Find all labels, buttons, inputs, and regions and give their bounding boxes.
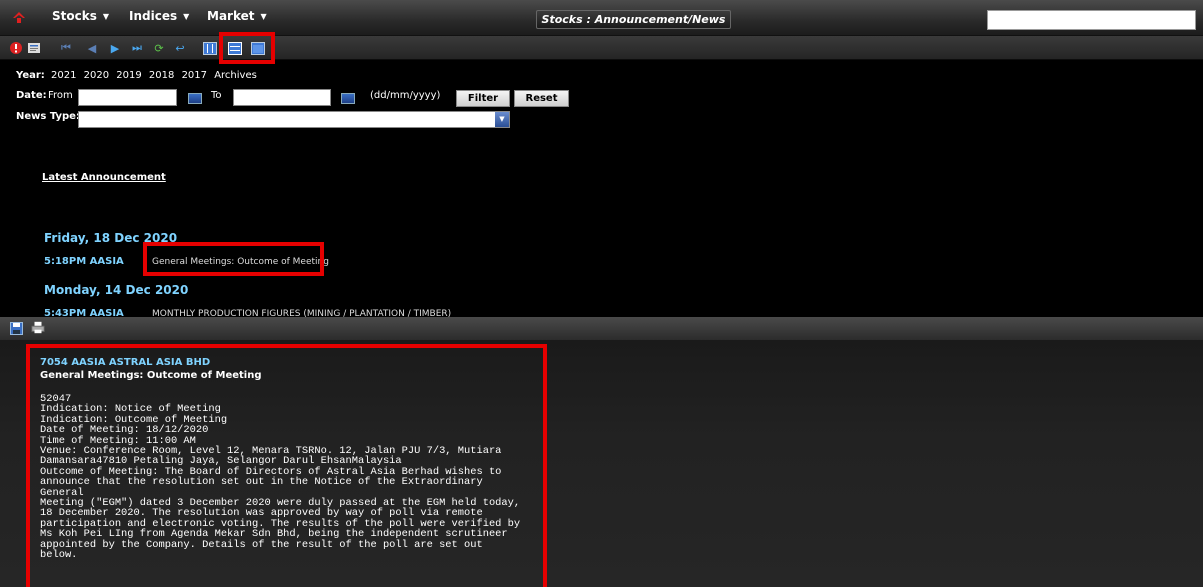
menu-stocks[interactable]: Stocks ▼: [52, 9, 109, 23]
year-link-2020[interactable]: 2020: [84, 70, 109, 81]
save-icon[interactable]: [9, 321, 23, 335]
calendar-icon[interactable]: [341, 93, 355, 104]
year-link-2021[interactable]: 2021: [51, 70, 76, 81]
news-icon[interactable]: [27, 41, 41, 55]
refresh-icon[interactable]: ⟳: [152, 41, 166, 55]
logo-icon: [13, 12, 25, 23]
highlight-selected-announcement: [143, 242, 324, 276]
announcement-link[interactable]: MONTHLY PRODUCTION FIGURES (MINING / PLA…: [152, 309, 451, 317]
date-group-heading: Monday, 14 Dec 2020: [44, 283, 189, 297]
year-link-2019[interactable]: 2019: [116, 70, 141, 81]
last-icon[interactable]: ⏭: [130, 41, 144, 55]
announcement-time-code: 5:43PM AASIA: [44, 308, 124, 317]
menu-indices[interactable]: Indices ▼: [129, 9, 189, 23]
alert-icon[interactable]: [9, 41, 23, 55]
year-label: Year:: [16, 70, 45, 81]
filter-button[interactable]: Filter: [456, 90, 510, 107]
toolbar: ⏮ ◀ ▶ ⏭ ⟳ ↩: [0, 36, 1203, 60]
archives-link[interactable]: Archives: [214, 70, 257, 81]
year-links: 2021 2020 2019 2018 2017 Archives: [51, 70, 261, 81]
print-icon[interactable]: [31, 320, 45, 334]
announcement-time-code: 5:18PM AASIA: [44, 256, 124, 267]
back-icon[interactable]: ↩: [173, 41, 187, 55]
highlight-detail-pane: [26, 344, 547, 587]
date-format-hint: (dd/mm/yyyy): [370, 90, 441, 101]
first-icon[interactable]: ⏮: [59, 41, 73, 55]
detail-toolbar: [0, 317, 1203, 340]
announcement-detail-pane: 7054 AASIA ASTRAL ASIA BHD General Meeti…: [0, 340, 1203, 587]
calendar-icon[interactable]: [188, 93, 202, 104]
chevron-down-icon[interactable]: ▼: [495, 112, 509, 127]
announcement-panel: Year: 2021 2020 2019 2018 2017 Archives …: [0, 60, 1203, 317]
chevron-down-icon: ▼: [183, 12, 190, 21]
next-icon[interactable]: ▶: [108, 41, 122, 55]
reset-button[interactable]: Reset: [514, 90, 569, 107]
layout-columns-icon[interactable]: [203, 41, 217, 55]
menu-market[interactable]: Market ▼: [207, 9, 267, 23]
chevron-down-icon: ▼: [102, 12, 110, 21]
search-input[interactable]: [987, 10, 1196, 30]
latest-announcement-heading: Latest Announcement: [42, 172, 166, 183]
page-title: Stocks : Announcement/News: [536, 10, 731, 29]
to-date-input[interactable]: [233, 89, 331, 106]
date-label: Date:: [16, 90, 47, 101]
to-label: To: [211, 90, 222, 101]
top-menu-bar: Stocks ▼ Indices ▼ Market ▼ Stocks : Announ…: [0, 0, 1203, 36]
prev-icon[interactable]: ◀: [85, 41, 99, 55]
year-link-2017[interactable]: 2017: [182, 70, 207, 81]
chevron-down-icon: ▼: [260, 12, 267, 21]
from-date-input[interactable]: [78, 89, 177, 106]
news-type-select[interactable]: ▼: [78, 111, 510, 128]
from-label: From: [48, 90, 73, 101]
year-link-2018[interactable]: 2018: [149, 70, 174, 81]
news-type-label: News Type:: [16, 111, 80, 122]
